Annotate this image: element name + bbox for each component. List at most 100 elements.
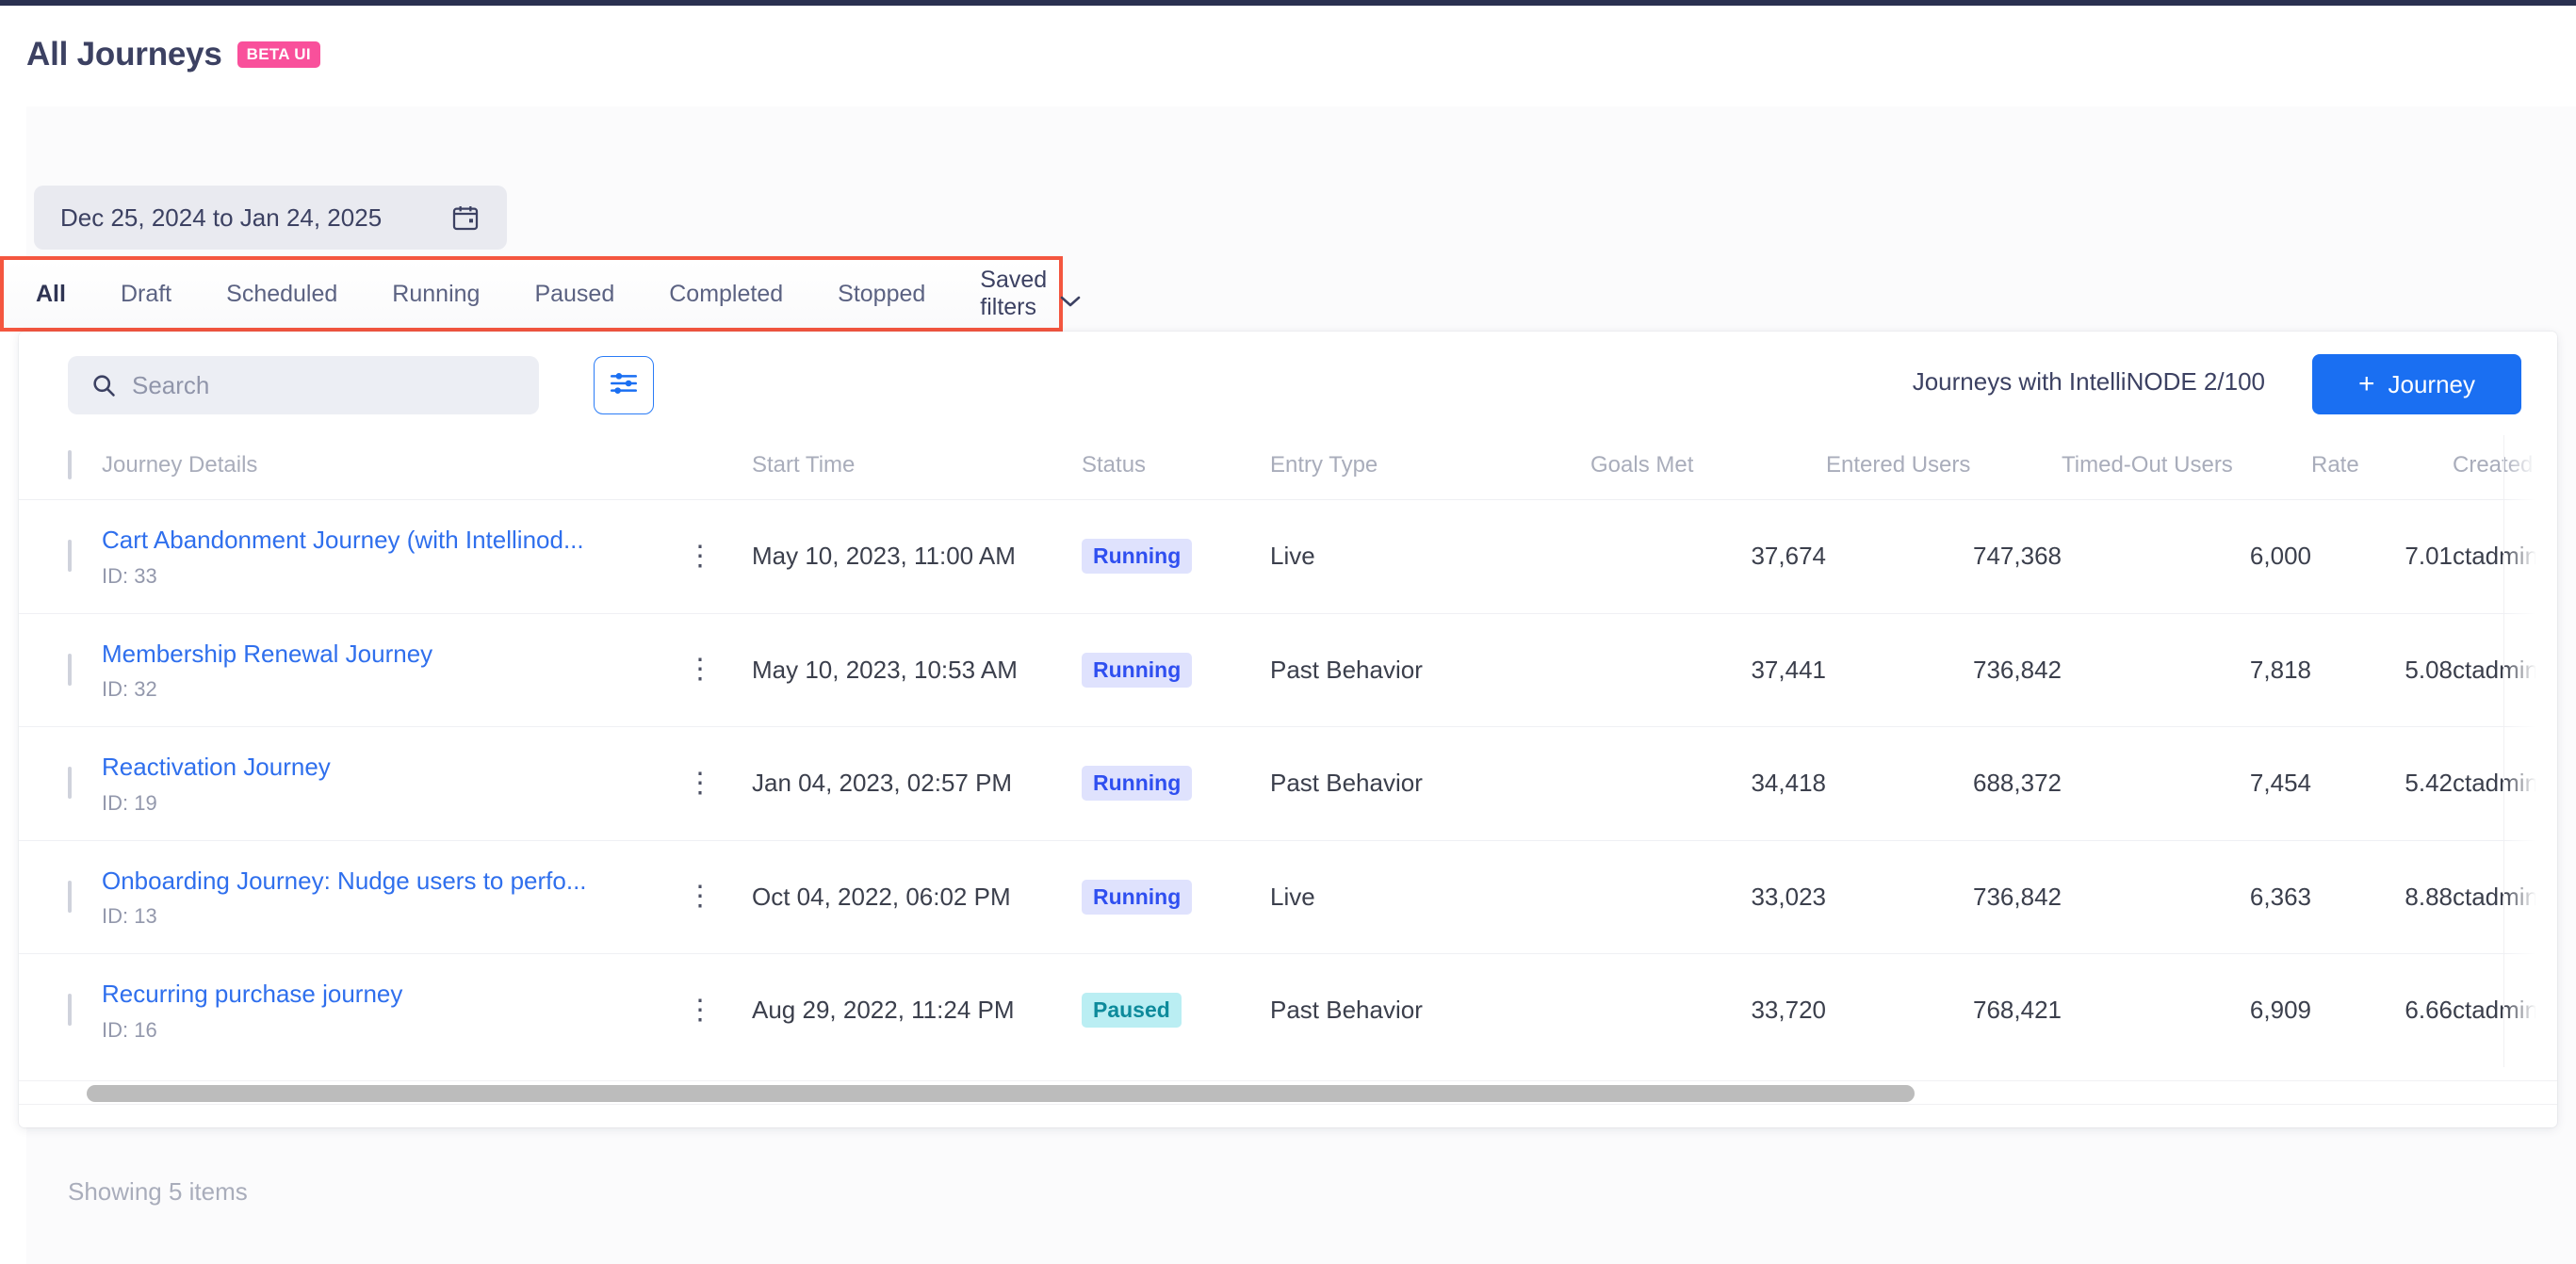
timed-out-users-cell: 7,818: [2062, 613, 2311, 727]
goals-met-cell: 37,441: [1590, 613, 1826, 727]
timed-out-users-cell: 6,363: [2062, 840, 2311, 954]
row-checkbox[interactable]: [68, 540, 72, 573]
created-by-cell: ctadmin@cleverta: [2453, 840, 2557, 954]
status-badge: Running: [1082, 539, 1193, 575]
filter-options-button[interactable]: [594, 356, 654, 414]
status-badge: Running: [1082, 652, 1193, 688]
table-row[interactable]: Cart Abandonment Journey (with Intellino…: [19, 499, 2557, 614]
row-actions-cell: ⋮: [648, 954, 752, 1067]
status-cell: Running: [1082, 726, 1270, 841]
header-journey-details[interactable]: Journey Details: [102, 435, 648, 500]
created-by-cell: ctadmin@cleverta: [2453, 499, 2557, 614]
tab-completed[interactable]: Completed: [642, 281, 810, 308]
header-created-by[interactable]: Created By: [2453, 435, 2557, 500]
row-actions-cell: ⋮: [648, 613, 752, 727]
header-status[interactable]: Status: [1082, 435, 1270, 500]
kebab-menu-icon[interactable]: ⋮: [648, 883, 752, 911]
header-entry-type[interactable]: Entry Type: [1270, 435, 1590, 500]
entered-users-cell: 768,421: [1973, 996, 2062, 1025]
table-row[interactable]: Recurring purchase journey ID: 16 ⋮ Aug …: [19, 954, 2557, 1067]
search-icon: [90, 372, 117, 398]
created-by-cell: ctadmin@cleverta: [2453, 996, 2557, 1025]
horizontal-scrollbar-thumb[interactable]: [87, 1085, 1915, 1102]
sliders-icon: [608, 370, 640, 401]
journeys-table: Journey Details Start Time Status Entry …: [19, 435, 2557, 1067]
goals-met-cell: 34,418: [1590, 726, 1826, 841]
timed-out-users-cell: 7,454: [2062, 726, 2311, 841]
table-toolbar: Journeys with IntelliNODE 2/100 + Journe…: [19, 332, 2557, 435]
row-checkbox[interactable]: [68, 994, 72, 1027]
goals-met-cell: 37,674: [1590, 499, 1826, 614]
header-goals-met[interactable]: Goals Met: [1590, 435, 1826, 500]
saved-filters-dropdown[interactable]: Saved filters: [953, 267, 1100, 321]
search-input[interactable]: [132, 370, 516, 400]
tab-running[interactable]: Running: [365, 281, 507, 308]
filter-tabs-highlight: All Draft Scheduled Running Paused Compl…: [0, 256, 1081, 332]
select-all-checkbox[interactable]: [68, 450, 72, 479]
journey-name-link[interactable]: Onboarding Journey: Nudge users to perfo…: [102, 866, 648, 897]
intellinode-quota-label: Journeys with IntelliNODE 2/100: [1912, 367, 2265, 396]
row-select-cell: [19, 726, 102, 841]
row-actions-cell: ⋮: [648, 840, 752, 954]
page-header: All Journeys BETA UI: [0, 6, 2576, 106]
showing-items-count: Showing 5 items: [68, 1177, 248, 1206]
journeys-card: Journeys with IntelliNODE 2/100 + Journe…: [19, 332, 2557, 1127]
date-range-picker[interactable]: Dec 25, 2024 to Jan 24, 2025: [34, 186, 507, 250]
table-row[interactable]: Membership Renewal Journey ID: 32 ⋮ May …: [19, 613, 2557, 727]
entry-type-cell: Past Behavior: [1270, 996, 1423, 1025]
tab-scheduled[interactable]: Scheduled: [199, 281, 365, 308]
row-checkbox[interactable]: [68, 767, 72, 800]
entry-type-cell: Past Behavior: [1270, 613, 1590, 727]
rate-cell: 6.66: [2405, 996, 2453, 1025]
entered-users-cell: 736,842: [1826, 840, 2062, 954]
beta-badge: BETA UI: [236, 41, 320, 68]
journeys-page: All Journeys BETA UI Dec 25, 2024 to Jan…: [0, 0, 2576, 1264]
row-select-cell: [19, 613, 102, 727]
journey-details-cell: Reactivation Journey ID: 19: [102, 726, 648, 841]
horizontal-scrollbar-track[interactable]: [19, 1080, 2557, 1105]
tab-all[interactable]: All: [32, 281, 93, 308]
entered-users-cell: 736,842: [1826, 613, 2062, 727]
journey-details-cell: Cart Abandonment Journey (with Intellino…: [102, 499, 648, 614]
goals-met-cell: 33,720: [1751, 996, 1826, 1025]
entry-type-cell: Live: [1270, 499, 1590, 614]
journey-name-link[interactable]: Reactivation Journey: [102, 752, 648, 783]
tab-paused[interactable]: Paused: [507, 281, 642, 308]
header-entered-users[interactable]: Entered Users: [1826, 435, 2062, 500]
search-box[interactable]: [68, 356, 539, 414]
timed-out-users-cell: 6,000: [2062, 499, 2311, 614]
add-journey-button[interactable]: + Journey: [2312, 354, 2521, 414]
journey-name-link[interactable]: Recurring purchase journey: [102, 979, 648, 1010]
table-row[interactable]: Reactivation Journey ID: 19 ⋮ Jan 04, 20…: [19, 726, 2557, 841]
header-start-time[interactable]: Start Time: [752, 435, 1082, 500]
status-badge: Running: [1082, 879, 1193, 915]
rate-cell: 5.42: [2311, 726, 2453, 841]
plus-icon: +: [2357, 368, 2375, 399]
calendar-icon: [450, 203, 481, 233]
header-timed-out-users[interactable]: Timed-Out Users: [2062, 435, 2311, 500]
row-checkbox[interactable]: [68, 880, 72, 913]
kebab-menu-icon[interactable]: ⋮: [648, 542, 752, 570]
journey-name-link[interactable]: Cart Abandonment Journey (with Intellino…: [102, 525, 648, 556]
timed-out-users-cell: 6,909: [2249, 996, 2311, 1025]
entry-type-cell: Past Behavior: [1270, 726, 1590, 841]
kebab-menu-icon[interactable]: ⋮: [648, 996, 752, 1024]
table-row[interactable]: Onboarding Journey: Nudge users to perfo…: [19, 840, 2557, 954]
chevron-down-icon: [1060, 287, 1081, 307]
created-by-cell: ctadmin@cleverta: [2453, 613, 2557, 727]
header-rate[interactable]: Rate: [2311, 435, 2453, 500]
row-checkbox[interactable]: [68, 653, 72, 686]
entered-users-cell: 747,368: [1826, 499, 2062, 614]
kebab-menu-icon[interactable]: ⋮: [648, 769, 752, 797]
rate-cell: 8.88: [2311, 840, 2453, 954]
kebab-menu-icon[interactable]: ⋮: [648, 656, 752, 684]
tab-stopped[interactable]: Stopped: [810, 281, 953, 308]
entry-type-cell: Live: [1270, 840, 1590, 954]
header-actions: [648, 435, 752, 500]
rate-cell: 7.01: [2311, 499, 2453, 614]
add-journey-label: Journey: [2388, 369, 2476, 398]
select-all-header: [19, 435, 102, 500]
journey-name-link[interactable]: Membership Renewal Journey: [102, 639, 648, 670]
date-range-value: Dec 25, 2024 to Jan 24, 2025: [60, 203, 383, 232]
tab-draft[interactable]: Draft: [93, 281, 199, 308]
